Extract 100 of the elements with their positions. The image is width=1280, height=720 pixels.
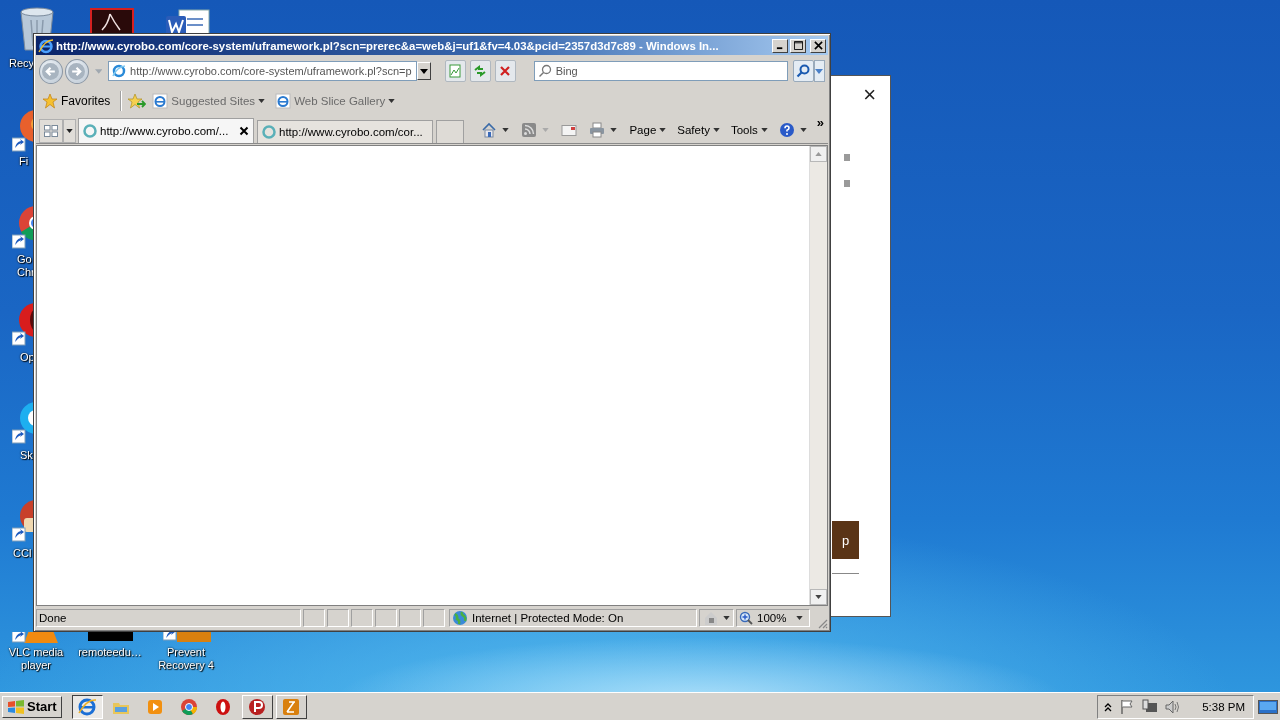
network-icon[interactable] — [1142, 698, 1159, 715]
loading-icon — [83, 124, 97, 138]
caret-icon — [815, 595, 822, 599]
feed-icon — [521, 121, 538, 138]
favorites-button[interactable]: Favorites — [40, 93, 113, 109]
square-mark — [844, 180, 850, 187]
browser-tab[interactable]: http://www.cyrobo.com/... — [78, 118, 254, 143]
caret-icon — [723, 616, 730, 620]
search-button[interactable] — [792, 60, 814, 82]
minimize-button[interactable] — [772, 38, 788, 53]
status-pane — [375, 609, 397, 627]
ring-logo-icon — [179, 696, 200, 717]
arrow-left-icon — [42, 62, 60, 80]
show-hidden-icons-button[interactable] — [1104, 701, 1113, 712]
status-pane — [423, 609, 445, 627]
icon-label: CCl — [13, 547, 32, 560]
browser-tab[interactable]: http://www.cyrobo.com/cor... — [257, 120, 433, 143]
refresh-button[interactable] — [469, 60, 491, 82]
maximize-icon — [793, 41, 803, 50]
action-button[interactable]: p — [832, 521, 859, 559]
refresh-icon — [473, 64, 488, 78]
icon-label: Chr — [17, 266, 35, 279]
address-field[interactable]: http://www.cyrobo.com/core-system/uframework.pl?scn=p — [108, 61, 417, 81]
stop-button[interactable] — [494, 60, 516, 82]
maximize-button[interactable] — [790, 38, 806, 53]
flag-icon[interactable] — [1119, 698, 1136, 715]
icon-label: VLC media player — [7, 646, 65, 672]
taskbar-button[interactable] — [71, 694, 103, 719]
windows-logo-icon — [7, 698, 25, 715]
security-zone: Internet | Protected Mode: On — [449, 609, 697, 627]
chart-page-icon — [448, 64, 463, 78]
square-mark — [844, 154, 850, 161]
page-icon — [112, 64, 127, 78]
close-icon — [498, 64, 513, 78]
search-icon — [796, 64, 811, 78]
status-pane — [399, 609, 421, 627]
icon-label: Fi — [19, 155, 29, 168]
app-icon — [281, 696, 302, 717]
menu-button[interactable]: Safety — [675, 123, 722, 136]
app-icon[interactable] — [12, 108, 33, 152]
menu-button[interactable]: Page — [627, 123, 669, 136]
caret-icon — [66, 129, 73, 133]
caret-icon — [712, 127, 720, 132]
close-button[interactable] — [810, 38, 826, 53]
tab-list-button[interactable] — [63, 119, 76, 143]
zoom-button[interactable]: 100% — [736, 609, 810, 627]
close-tab-icon[interactable] — [239, 126, 249, 136]
browser-icon — [38, 37, 54, 54]
status-pane — [327, 609, 349, 627]
scroll-down-button[interactable] — [810, 589, 827, 605]
printer-icon — [589, 121, 606, 138]
loading-icon — [262, 125, 276, 139]
page-icon — [152, 93, 169, 109]
forward-button[interactable] — [64, 58, 89, 84]
caret-icon — [659, 127, 667, 132]
favorites-link[interactable]: Suggested Sites — [150, 93, 268, 109]
caret-icon — [610, 127, 618, 132]
close-icon — [813, 41, 823, 50]
caret-icon — [799, 127, 807, 132]
show-desktop-button[interactable] — [1258, 699, 1278, 714]
app-icon — [247, 696, 268, 717]
start-button[interactable]: Start — [2, 695, 62, 718]
caret-icon — [502, 127, 510, 132]
speaker-icon[interactable] — [1165, 698, 1182, 715]
help-icon — [778, 121, 795, 138]
scrollbar[interactable] — [809, 146, 827, 605]
arrow-right-icon — [68, 62, 86, 80]
clock[interactable]: 5:38 PM — [1202, 700, 1245, 713]
resize-grip[interactable] — [816, 617, 828, 629]
home-icon — [481, 121, 498, 138]
star-icon — [42, 93, 58, 109]
status-pane — [351, 609, 373, 627]
back-button[interactable] — [39, 58, 63, 84]
caret-icon — [419, 68, 428, 74]
close-button[interactable]: × — [863, 82, 876, 108]
caret-up-icon — [815, 152, 822, 156]
more-commands-button[interactable]: » — [816, 115, 824, 130]
search-icon — [537, 64, 552, 78]
icon-label: Go — [17, 253, 33, 266]
status-pane — [303, 609, 325, 627]
caret-icon — [760, 127, 768, 132]
icon-label: remoteedu… — [78, 646, 142, 659]
icon-label: Recy — [9, 57, 35, 70]
zoom-icon — [739, 611, 753, 625]
status-text: Done — [36, 609, 301, 627]
grid-icon — [43, 123, 59, 139]
protection-button[interactable] — [699, 609, 734, 627]
browser-icon — [77, 696, 98, 717]
favorites-link[interactable]: Web Slice Gallery — [273, 93, 398, 109]
globe-icon — [452, 610, 468, 626]
document-icon[interactable] — [90, 8, 134, 33]
search-field[interactable]: Bing — [533, 61, 788, 81]
house-lock-icon — [703, 610, 719, 626]
caret-icon — [542, 127, 550, 132]
icon-label: Prevent Recovery 4 — [157, 646, 215, 672]
menu-button[interactable]: Tools — [728, 123, 770, 136]
page-icon — [275, 93, 292, 109]
icon-label: Sk — [20, 449, 33, 462]
caret-icon — [388, 99, 396, 103]
caret-icon — [258, 99, 266, 103]
